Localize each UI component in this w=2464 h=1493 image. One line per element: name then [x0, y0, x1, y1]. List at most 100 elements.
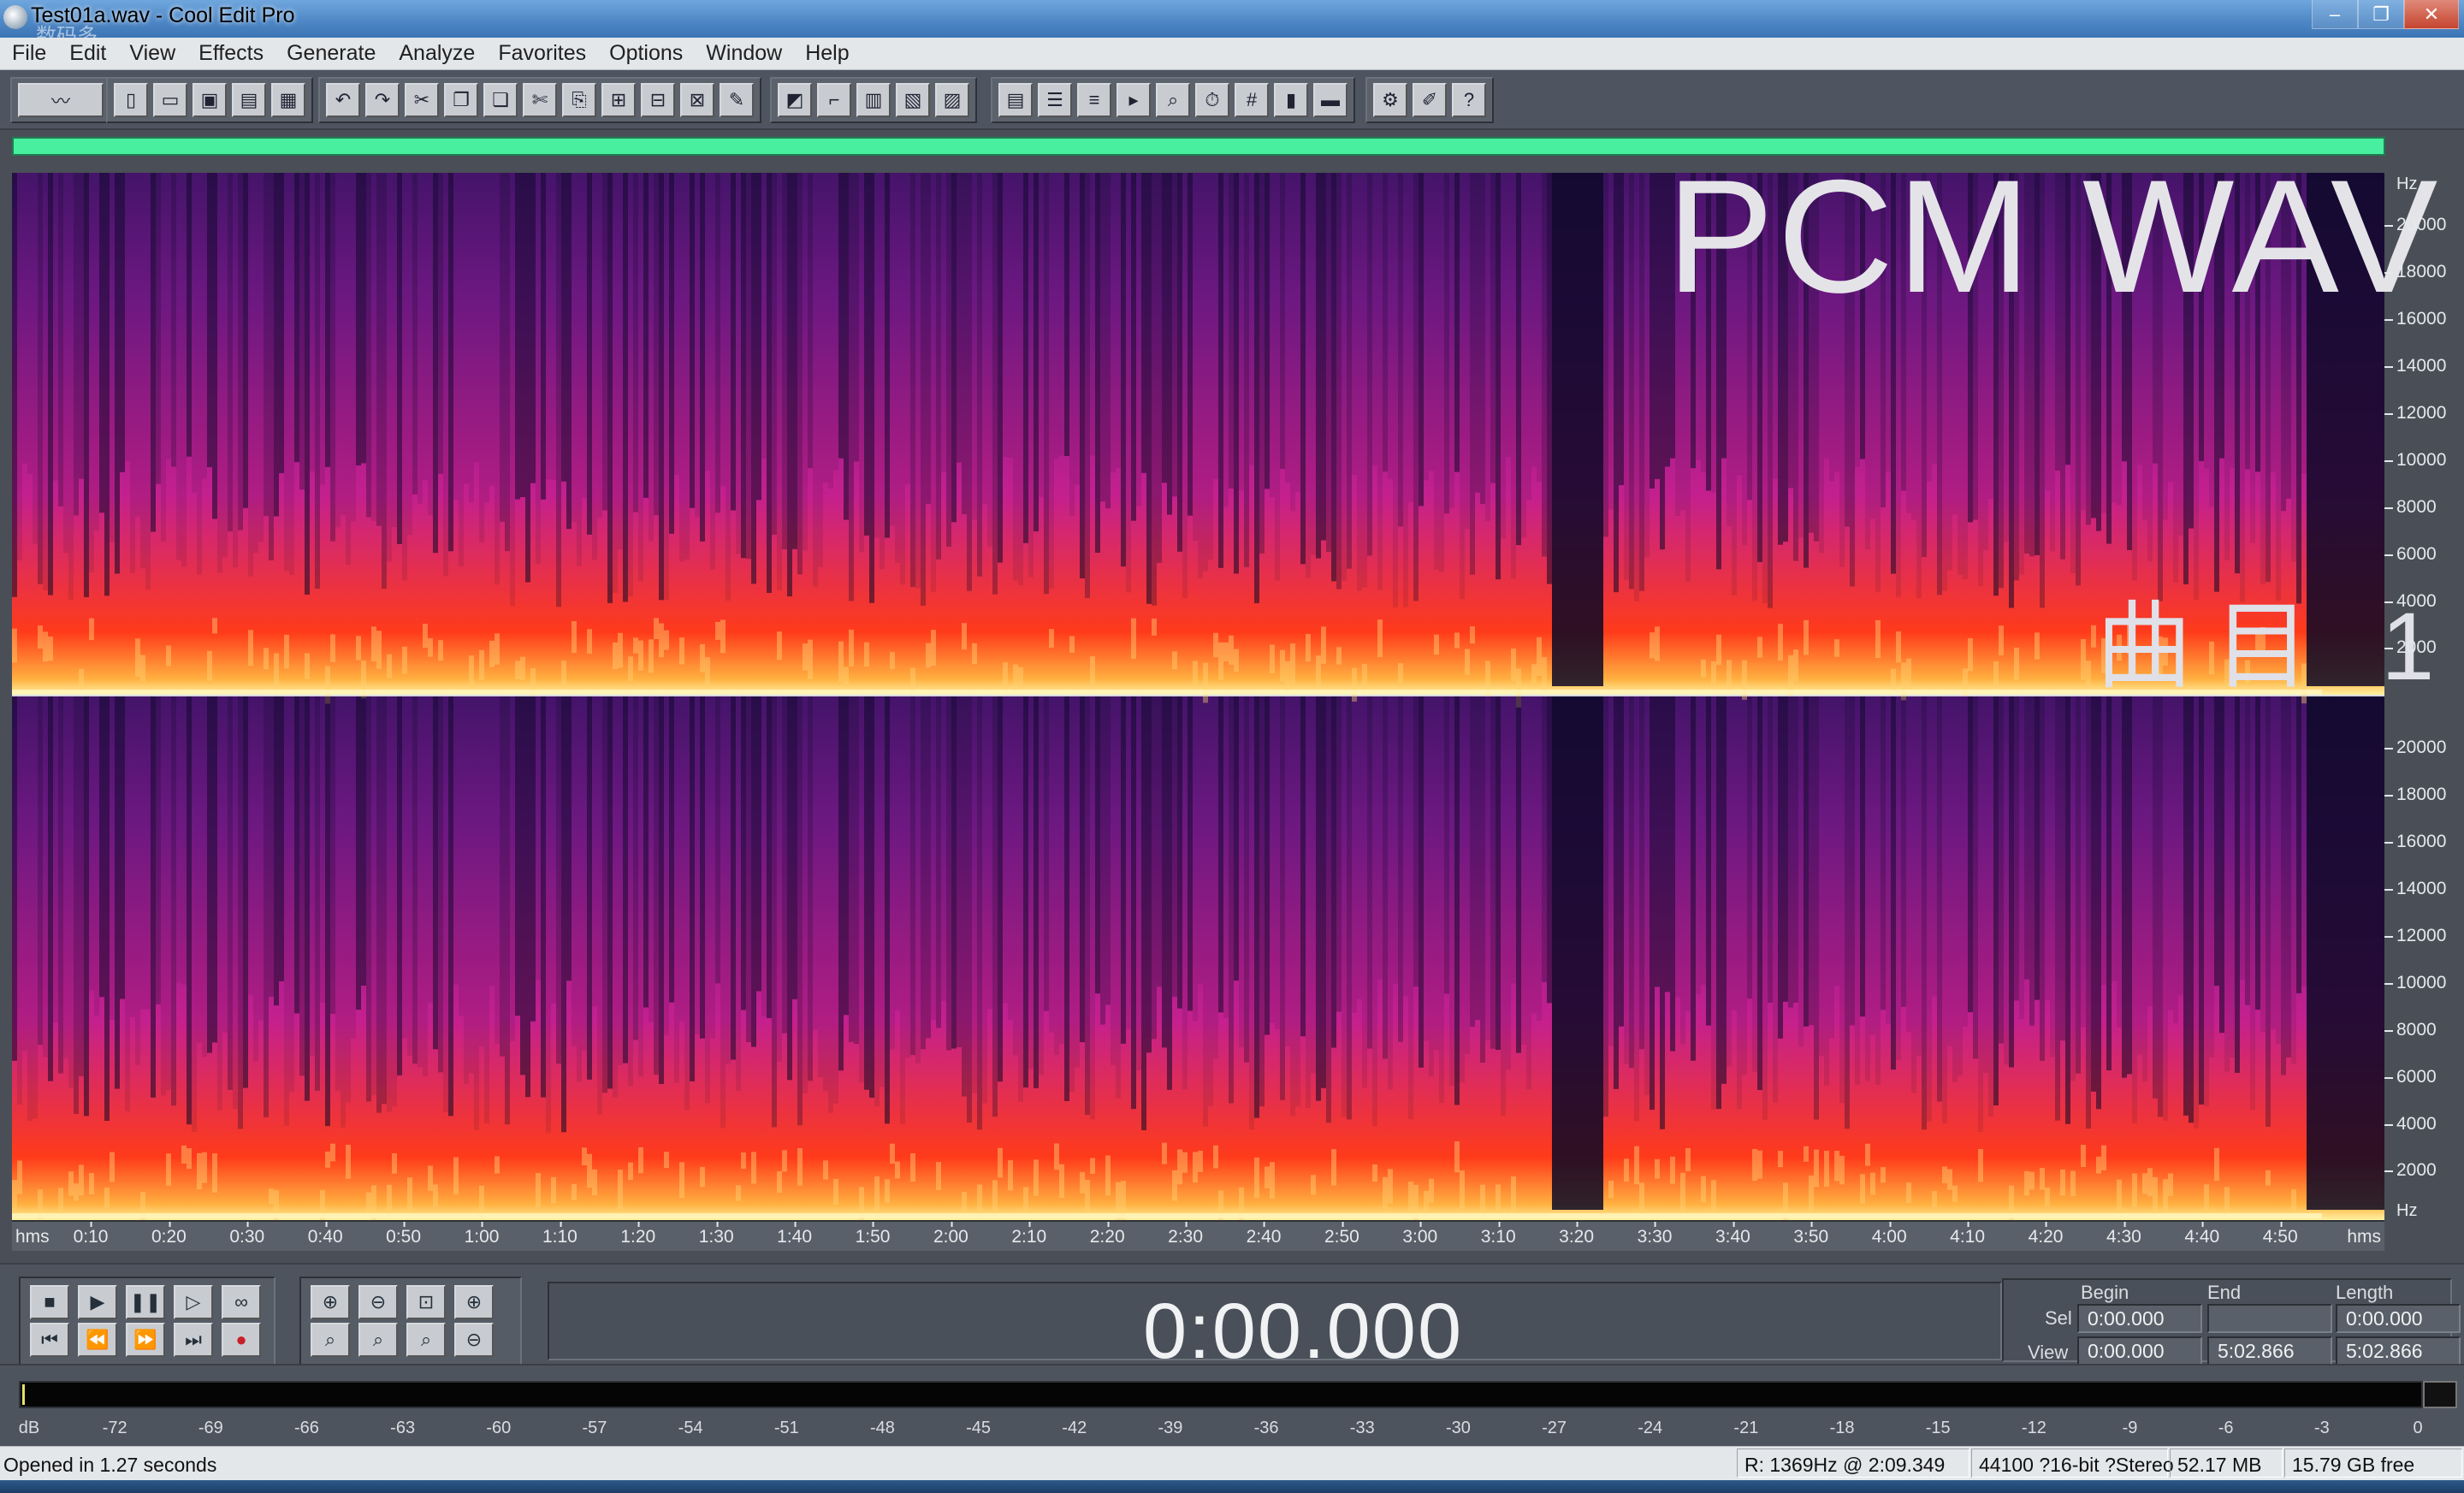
zoom-right-icon[interactable]: ⌕ [358, 1323, 398, 1357]
menu-options[interactable]: Options [609, 41, 683, 66]
counter-icon[interactable]: # [1235, 83, 1269, 117]
pause-button[interactable]: ❚❚ [126, 1285, 165, 1319]
sel-length-field[interactable]: 0:00.000 [2336, 1304, 2461, 1333]
view-length-field[interactable]: 5:02.866 [2336, 1336, 2461, 1366]
zoom-out-icon[interactable]: ⊖ [358, 1285, 398, 1319]
help-icon[interactable]: ? [1452, 83, 1486, 117]
waveform-spectral-toggle-icon[interactable]: 〰 [18, 83, 104, 117]
meter-icon[interactable]: ▮ [1274, 83, 1308, 117]
script-icon[interactable]: ✐ [1413, 83, 1447, 117]
close-file-icon[interactable]: ▦ [271, 83, 305, 117]
go-to-end-button[interactable]: ⏭ [174, 1323, 213, 1357]
minimize-button[interactable]: – [2312, 0, 2358, 29]
go-to-start-button[interactable]: ⏮ [30, 1323, 69, 1357]
menu-favorites[interactable]: Favorites [498, 41, 586, 66]
menu-effects[interactable]: Effects [198, 41, 264, 66]
meter-scale-label: -30 [1445, 1419, 1471, 1437]
multitrack-icon[interactable]: ▤ [998, 83, 1033, 117]
select-right-icon[interactable]: ▨ [935, 83, 969, 117]
stop-button[interactable]: ■ [30, 1285, 69, 1319]
menu-help[interactable]: Help [805, 41, 849, 66]
paste-icon[interactable]: ⎘ [562, 83, 596, 117]
time-tick-label: 2:20 [1089, 1222, 1125, 1247]
redo-icon[interactable]: ↷ [365, 83, 400, 117]
paste-mix-icon[interactable]: ⊞ [601, 83, 636, 117]
time-tick-label: 3:50 [1793, 1222, 1829, 1247]
time-tick-label: 3:20 [1559, 1222, 1595, 1247]
time-tick-label: 1:40 [777, 1222, 813, 1247]
app-icon[interactable] [3, 5, 27, 29]
spectral-view-icon[interactable]: ◩ [778, 83, 812, 117]
close-button[interactable]: ✕ [2404, 0, 2459, 29]
sel-row-label: Sel [2045, 1307, 2072, 1329]
meter-scale-label: -51 [773, 1419, 799, 1437]
menu-edit[interactable]: Edit [69, 41, 106, 66]
loop-button[interactable]: ∞ [222, 1285, 261, 1319]
spectrogram-canvas[interactable] [12, 173, 2384, 1220]
paste-new-icon[interactable]: ⊟ [641, 83, 675, 117]
time-tick-label: 3:00 [1402, 1222, 1438, 1247]
menu-window[interactable]: Window [706, 41, 782, 66]
cue-icon[interactable]: ✎ [720, 83, 754, 117]
new-file-icon[interactable]: ▯ [114, 83, 148, 117]
cue-list-icon[interactable]: ☰ [1038, 83, 1072, 117]
view-end-field[interactable]: 5:02.866 [2207, 1336, 2332, 1366]
zoom-in-icon[interactable]: ⊕ [311, 1285, 350, 1319]
zoom-spectrum-icon[interactable]: ⌕ [1156, 83, 1190, 117]
status-icon[interactable]: ▬ [1313, 83, 1348, 117]
time-tick-label: 1:10 [542, 1222, 578, 1247]
play-to-end-button[interactable]: ▷ [174, 1285, 213, 1319]
zoom-left-icon[interactable]: ⌕ [311, 1323, 350, 1357]
envelope-icon[interactable]: ⌐ [817, 83, 851, 117]
play-list-icon[interactable]: ≡ [1077, 83, 1111, 117]
meter-scale-label: -45 [966, 1419, 992, 1437]
zoom-in-vertical-icon[interactable]: ⊕ [454, 1285, 494, 1319]
sel-begin-field[interactable]: 0:00.000 [2077, 1304, 2202, 1333]
select-all-icon[interactable]: ▥ [856, 83, 891, 117]
title-bar[interactable]: Test01a.wav - Cool Edit Pro 数码多 – ❐ ✕ [0, 0, 2464, 48]
settings-icon[interactable]: ⚙ [1373, 83, 1407, 117]
begin-header: Begin [2081, 1282, 2129, 1303]
status-format[interactable]: 44100 ?16-bit ?Stereo [1971, 1449, 2174, 1478]
sel-end-field[interactable] [2207, 1304, 2332, 1333]
time-tick-label: 2:40 [1246, 1222, 1282, 1247]
play-button[interactable]: ▶ [78, 1285, 117, 1319]
view-begin-field[interactable]: 0:00.000 [2077, 1336, 2202, 1366]
play-cursor-icon[interactable]: ▸ [1116, 83, 1151, 117]
time-tick-label: 4:20 [2028, 1222, 2064, 1247]
transport-buttons: ■ ▶ ❚❚ ▷ ∞ ⏮ ⏪ ⏩ ⏭ ● [19, 1277, 275, 1366]
rewind-button[interactable]: ⏪ [78, 1323, 117, 1357]
toolbar-group-edit: ↶ ↷ ✂ ❐ ❏ ✄ ⎘ ⊞ ⊟ ⊠ ✎ [318, 77, 761, 123]
undo-icon[interactable]: ↶ [326, 83, 360, 117]
time-tick-label: 0:30 [229, 1222, 265, 1247]
meter-scale-label: 0 [2413, 1419, 2423, 1437]
fast-forward-button[interactable]: ⏩ [126, 1323, 165, 1357]
zoom-out-vertical-icon[interactable]: ⊖ [454, 1323, 494, 1357]
time-ruler[interactable]: hms hms 0:10 0:20 0:30 0:40 0:50 1:00 1:10 1:20… [12, 1220, 2384, 1251]
mix-paste-icon[interactable]: ⊠ [680, 83, 714, 117]
save-all-icon[interactable]: ▤ [232, 83, 266, 117]
copy-new-icon[interactable]: ❏ [483, 83, 518, 117]
zoom-buttons: ⊕ ⊖ ⊡ ⊕ ⌕ ⌕ ⌕ ⊖ [299, 1277, 522, 1366]
menu-generate[interactable]: Generate [287, 41, 376, 66]
record-button[interactable]: ● [222, 1323, 261, 1357]
save-icon[interactable]: ▣ [192, 83, 227, 117]
menu-file[interactable]: File [12, 41, 46, 66]
zoom-full-icon[interactable]: ⊡ [406, 1285, 446, 1319]
time-tick-label: 4:50 [2262, 1222, 2298, 1247]
meter-peak-indicator[interactable] [2423, 1381, 2457, 1408]
select-left-icon[interactable]: ▧ [896, 83, 930, 117]
zoom-selection-icon[interactable]: ⌕ [406, 1323, 446, 1357]
trim-icon[interactable]: ✄ [523, 83, 557, 117]
cut-icon[interactable]: ✂ [405, 83, 439, 117]
menu-view[interactable]: View [129, 41, 175, 66]
meter-scale-label: -18 [1829, 1419, 1855, 1437]
menu-analyze[interactable]: Analyze [399, 41, 475, 66]
spectral-display[interactable] [12, 173, 2384, 1220]
time-unit-start: hms [15, 1227, 50, 1247]
copy-icon[interactable]: ❐ [444, 83, 478, 117]
open-folder-icon[interactable]: ▭ [153, 83, 187, 117]
time-display-icon[interactable]: ⏱ [1195, 83, 1229, 117]
restore-button[interactable]: ❐ [2358, 0, 2404, 29]
time-tick-label: 1:20 [620, 1222, 656, 1247]
